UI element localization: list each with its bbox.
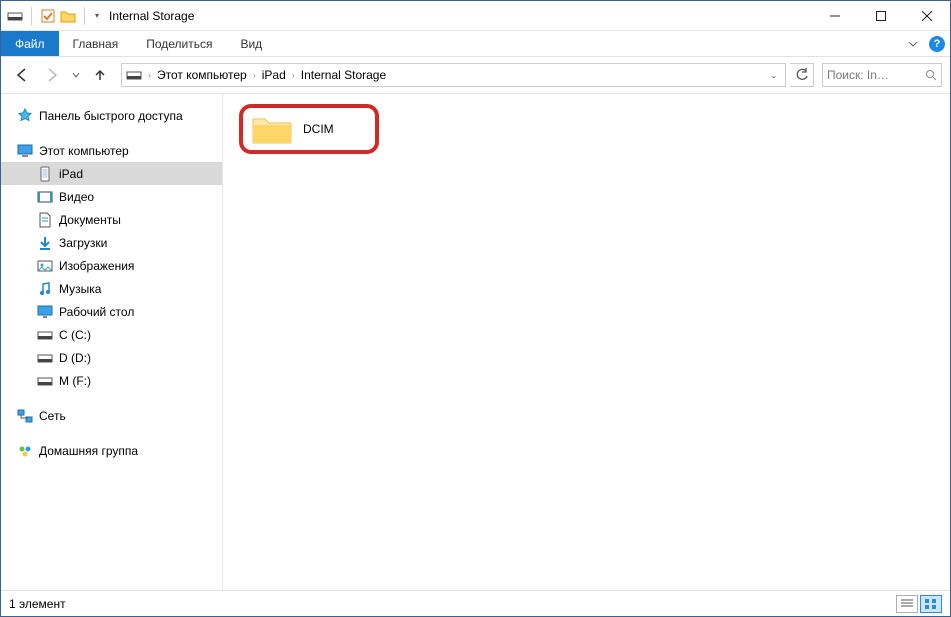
tree-label: Документы bbox=[59, 213, 121, 227]
tree-label: Изображения bbox=[59, 259, 134, 273]
tree-label: Домашняя группа bbox=[39, 444, 138, 458]
drive-icon bbox=[37, 373, 53, 389]
qat-dropdown-icon[interactable]: ▾ bbox=[93, 11, 101, 20]
refresh-button[interactable] bbox=[790, 63, 814, 87]
quick-access-toolbar: ▾ bbox=[7, 7, 101, 25]
sidebar-item-drive-c[interactable]: C (C:) bbox=[1, 323, 222, 346]
drive-icon bbox=[37, 327, 53, 343]
breadcrumb[interactable]: Internal Storage bbox=[299, 68, 388, 82]
sidebar-homegroup[interactable]: Домашняя группа bbox=[1, 439, 222, 462]
body: Панель быстрого доступа Этот компьютер i… bbox=[1, 93, 950, 590]
homegroup-icon bbox=[17, 443, 33, 459]
tree-label: Загрузки bbox=[59, 236, 107, 250]
checkbox-icon[interactable] bbox=[40, 8, 56, 24]
sidebar-network[interactable]: Сеть bbox=[1, 404, 222, 427]
sidebar-item-ipad[interactable]: iPad bbox=[1, 162, 222, 185]
address-dropdown-icon[interactable]: ⌄ bbox=[765, 71, 783, 80]
folder-dcim[interactable]: DCIM bbox=[239, 104, 379, 154]
sidebar-item-drive-m[interactable]: M (F:) bbox=[1, 369, 222, 392]
maximize-button[interactable] bbox=[858, 1, 904, 31]
monitor-icon bbox=[17, 143, 33, 159]
separator bbox=[84, 7, 85, 25]
tab-view[interactable]: Вид bbox=[226, 31, 276, 56]
document-icon bbox=[37, 212, 53, 228]
tab-home[interactable]: Главная bbox=[59, 31, 133, 56]
sidebar-item-music[interactable]: Музыка bbox=[1, 277, 222, 300]
view-icons-button[interactable] bbox=[920, 595, 942, 613]
film-icon bbox=[37, 189, 53, 205]
tree-label: Видео bbox=[59, 190, 94, 204]
tree-label: Панель быстрого доступа bbox=[39, 109, 183, 123]
sidebar-item-drive-d[interactable]: D (D:) bbox=[1, 346, 222, 369]
content-pane[interactable]: DCIM bbox=[223, 94, 950, 590]
tab-file[interactable]: Файл bbox=[1, 31, 59, 56]
statusbar: 1 элемент bbox=[1, 590, 950, 616]
breadcrumb[interactable]: Этот компьютер bbox=[155, 68, 249, 82]
breadcrumb-root-icon[interactable] bbox=[124, 67, 144, 83]
tree-label: C (C:) bbox=[59, 328, 91, 342]
download-icon bbox=[37, 235, 53, 251]
window-title: Internal Storage bbox=[109, 9, 194, 23]
tree-label: D (D:) bbox=[59, 351, 91, 365]
chevron-right-icon[interactable]: › bbox=[144, 70, 155, 80]
view-switcher bbox=[896, 595, 942, 613]
sidebar-item-documents[interactable]: Документы bbox=[1, 208, 222, 231]
tree-label: Рабочий стол bbox=[59, 305, 134, 319]
folder-icon bbox=[251, 111, 293, 147]
tab-share[interactable]: Поделиться bbox=[132, 31, 226, 56]
sidebar-item-pictures[interactable]: Изображения bbox=[1, 254, 222, 277]
music-icon bbox=[37, 281, 53, 297]
drive-icon bbox=[7, 8, 23, 24]
tree-label: M (F:) bbox=[59, 374, 91, 388]
separator bbox=[31, 7, 32, 25]
search-placeholder: Поиск: In… bbox=[827, 68, 889, 82]
navigation-pane: Панель быстрого доступа Этот компьютер i… bbox=[1, 94, 223, 590]
address-bar[interactable]: › Этот компьютер › iPad › Internal Stora… bbox=[121, 63, 786, 87]
tree-label: Сеть bbox=[39, 409, 66, 423]
search-input[interactable]: Поиск: In… bbox=[822, 63, 942, 87]
help-button[interactable]: ? bbox=[924, 31, 950, 56]
sidebar-quick-access[interactable]: Панель быстрого доступа bbox=[1, 104, 222, 127]
sidebar-this-pc[interactable]: Этот компьютер bbox=[1, 139, 222, 162]
tree-label: Музыка bbox=[59, 282, 101, 296]
tree-label: Этот компьютер bbox=[39, 144, 129, 158]
sidebar-item-downloads[interactable]: Загрузки bbox=[1, 231, 222, 254]
star-icon bbox=[17, 108, 33, 124]
chevron-right-icon[interactable]: › bbox=[249, 70, 260, 80]
explorer-window: ▾ Internal Storage Файл Главная Поделить… bbox=[0, 0, 951, 617]
chevron-right-icon[interactable]: › bbox=[288, 70, 299, 80]
up-button[interactable] bbox=[87, 62, 113, 88]
device-icon bbox=[37, 166, 53, 182]
titlebar: ▾ Internal Storage bbox=[1, 1, 950, 31]
window-controls bbox=[812, 1, 950, 31]
desktop-icon bbox=[37, 304, 53, 320]
folder-label: DCIM bbox=[303, 122, 334, 136]
sidebar-item-videos[interactable]: Видео bbox=[1, 185, 222, 208]
view-details-button[interactable] bbox=[896, 595, 918, 613]
ribbon: Файл Главная Поделиться Вид ? bbox=[1, 31, 950, 57]
search-icon bbox=[925, 69, 937, 81]
network-icon bbox=[17, 408, 33, 424]
minimize-button[interactable] bbox=[812, 1, 858, 31]
recent-dropdown[interactable] bbox=[69, 62, 83, 88]
back-button[interactable] bbox=[9, 62, 35, 88]
ribbon-expand-icon[interactable] bbox=[902, 31, 924, 56]
navigation-bar: › Этот компьютер › iPad › Internal Stora… bbox=[1, 57, 950, 93]
tree-label: iPad bbox=[59, 167, 83, 181]
folder-icon bbox=[60, 8, 76, 24]
help-icon: ? bbox=[929, 36, 945, 52]
forward-button[interactable] bbox=[39, 62, 65, 88]
drive-icon bbox=[37, 350, 53, 366]
breadcrumb[interactable]: iPad bbox=[260, 68, 288, 82]
status-count: 1 элемент bbox=[9, 597, 66, 611]
sidebar-item-desktop[interactable]: Рабочий стол bbox=[1, 300, 222, 323]
close-button[interactable] bbox=[904, 1, 950, 31]
picture-icon bbox=[37, 258, 53, 274]
